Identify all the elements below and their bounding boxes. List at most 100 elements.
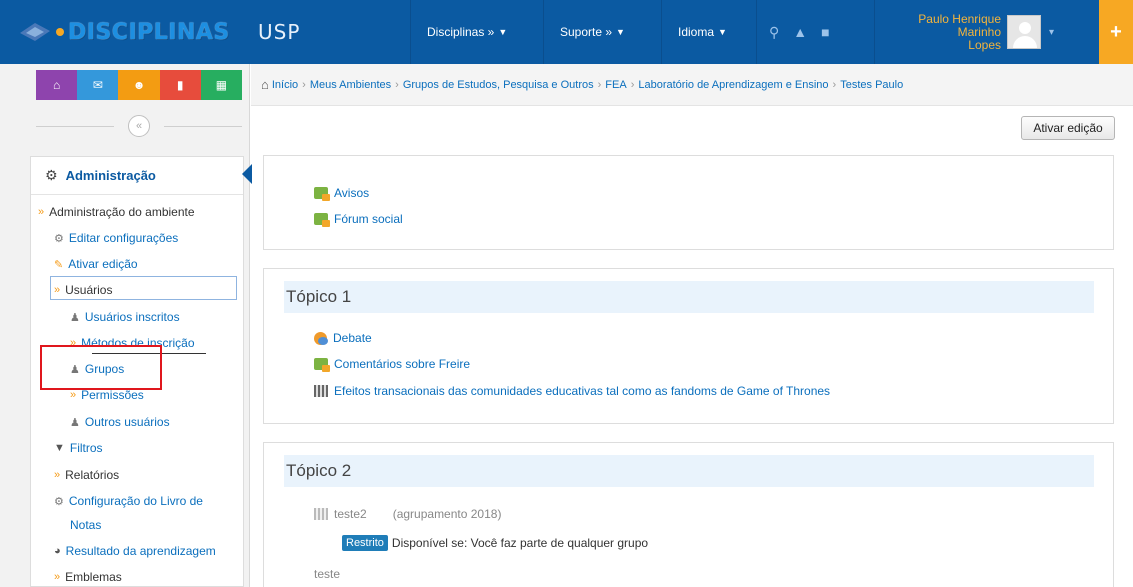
usp-logo[interactable]: USP (258, 20, 300, 44)
sidebar-item-label: Usuários (65, 283, 113, 297)
user-icon: ♟ (70, 311, 80, 324)
filter-icon: ▼ (54, 442, 65, 454)
sidebar-item-admin-ambiente[interactable]: » Administração do ambiente (38, 205, 195, 219)
chat-icon[interactable]: ■ (821, 24, 829, 40)
breadcrumb-item[interactable]: FEA (605, 79, 626, 91)
add-block-button[interactable]: + (1099, 0, 1133, 64)
user-menu[interactable]: Paulo Henrique Marinho Lopes ▾ (874, 0, 1099, 64)
grid-icon[interactable]: ▦ (200, 70, 243, 100)
forum-icon (314, 358, 330, 372)
sidebar-collapse-row: « (36, 112, 242, 140)
people-icon[interactable]: ☻ (118, 70, 160, 100)
breadcrumb-item[interactable]: Laboratório de Aprendizagem e Ensino (638, 79, 828, 91)
bell-icon[interactable]: ▲ (793, 24, 807, 40)
sidebar-item-label: Filtros (69, 441, 103, 455)
admin-block-header[interactable]: ⚙ Administração (31, 157, 243, 195)
activity-link[interactable]: teste (314, 567, 340, 581)
divider (164, 126, 242, 127)
breadcrumb-item[interactable]: Testes Paulo (840, 79, 903, 91)
sidebar-item-emblemas[interactable]: » Emblemas (54, 570, 122, 584)
activity-link[interactable]: Fórum social (334, 212, 403, 226)
sidebar-item-permissoes[interactable]: » Permissões (70, 388, 144, 402)
sidebar-item-outros-usuarios[interactable]: ♟ Outros usuários (70, 415, 170, 429)
chevron-right-icon: » (54, 284, 61, 296)
activity-teste[interactable]: teste (314, 567, 340, 581)
course-section-topico-2: Tópico 2 teste2 (agrupamento 2018) Restr… (263, 442, 1114, 587)
activity-link[interactable]: Efeitos transacionais das comunidades ed… (334, 384, 830, 398)
user-name-line2: Lopes (968, 37, 1001, 52)
home-icon[interactable]: ⌂ (261, 77, 269, 92)
forum-icon (314, 213, 330, 227)
chevron-right-icon: » (38, 206, 45, 218)
breadcrumb-separator-icon: › (630, 78, 635, 91)
activity-link[interactable]: teste2 (334, 507, 367, 521)
sidebar-item-label: Usuários inscritos (84, 310, 180, 324)
sidebar-item-label: Configuração do Livro de (68, 494, 203, 508)
breadcrumb-item[interactable]: Meus Ambientes (310, 79, 391, 91)
breadcrumb-separator-icon: › (302, 78, 306, 91)
divider (36, 126, 114, 127)
top-navbar: DISCIPLINAS USP Disciplinas » ▼ Suporte … (0, 0, 1133, 64)
sidebar-item-label: Administração do ambiente (49, 205, 195, 219)
breadcrumb: ⌂ Início › Meus Ambientes › Grupos de Es… (251, 64, 1133, 106)
active-block-arrow-icon (242, 164, 252, 184)
home-icon[interactable]: ⌂ (36, 70, 78, 100)
sidebar-item-label: Outros usuários (84, 415, 170, 429)
nav-suporte-label: Suporte » (560, 25, 613, 39)
activity-avisos[interactable]: Avisos (314, 186, 369, 201)
sidebar-item-label: Permissões (81, 388, 144, 402)
turn-editing-on-button[interactable]: Ativar edição (1021, 116, 1115, 140)
breadcrumb-item[interactable]: Início (272, 79, 298, 91)
sidebar-item-usuarios[interactable]: » Usuários (54, 283, 112, 297)
logo-leaf-icon (20, 23, 50, 41)
forum-icon (314, 187, 330, 201)
chevron-down-icon[interactable]: ▾ (1049, 27, 1054, 38)
nav-icons: ⚲ ▲ ■ (756, 0, 872, 64)
nav-idioma[interactable]: Idioma ▼ (661, 0, 756, 64)
breadcrumb-item[interactable]: Grupos de Estudos, Pesquisa e Outros (403, 79, 594, 91)
mail-icon[interactable]: ✉ (77, 70, 119, 100)
sidebar-item-config-livro-notas-cont[interactable]: Notas (70, 518, 101, 532)
sidebar-item-label: Emblemas (65, 570, 122, 584)
sidebar-item-relatorios[interactable]: » Relatórios (54, 468, 119, 482)
grouping-label: (agrupamento 2018) (392, 507, 502, 521)
search-icon[interactable]: ⚲ (769, 24, 779, 41)
caret-down-icon: ▼ (616, 27, 625, 37)
quick-access-bar: ⌂ ✉ ☻ ▮ ▦ (36, 70, 243, 100)
nav-idioma-label: Idioma (678, 25, 715, 39)
collapse-sidebar-button[interactable]: « (128, 115, 150, 137)
nav-disciplinas[interactable]: Disciplinas » ▼ (410, 0, 543, 64)
avatar[interactable] (1007, 15, 1041, 49)
user-name: Paulo Henrique Marinho Lopes (875, 11, 1007, 52)
chat-bubbles-icon (314, 331, 328, 345)
nav-suporte[interactable]: Suporte » ▼ (543, 0, 661, 64)
sidebar-item-editar[interactable]: ⚙ Editar configurações (54, 231, 178, 245)
activity-link[interactable]: Comentários sobre Freire (334, 357, 470, 371)
activity-efeitos-transacionais[interactable]: Efeitos transacionais das comunidades ed… (314, 384, 830, 398)
restricted-badge: Restrito (342, 535, 388, 551)
course-section-topico-1: Tópico 1 Debate Comentários sobre Freire… (263, 268, 1114, 424)
activity-teste2[interactable]: teste2 (agrupamento 2018) (314, 507, 501, 521)
course-section-general: Avisos Fórum social (263, 155, 1114, 250)
section-title: Tópico 2 (284, 455, 1094, 487)
sidebar: ⌂ ✉ ☻ ▮ ▦ « ⚙ Administração (0, 64, 252, 587)
sidebar-item-ativar-edicao[interactable]: ✎ Ativar edição (54, 257, 138, 271)
sidebar-item-label: Ativar edição (68, 257, 138, 271)
file-icon[interactable]: ▮ (159, 70, 201, 100)
nav-disciplinas-label: Disciplinas » (427, 25, 495, 39)
sidebar-item-filtros[interactable]: ▼ Filtros (54, 441, 103, 455)
disciplinas-logo[interactable]: DISCIPLINAS (18, 12, 230, 52)
sidebar-item-label: Notas (70, 518, 102, 532)
sidebar-item-config-livro-notas[interactable]: ⚙ Configuração do Livro de (54, 494, 203, 508)
logo-dot (56, 28, 64, 36)
activity-debate[interactable]: Debate (314, 331, 372, 345)
sidebar-item-label: Relatórios (65, 468, 120, 482)
activity-comentarios-freire[interactable]: Comentários sobre Freire (314, 357, 470, 372)
activity-link[interactable]: Avisos (334, 186, 369, 200)
sidebar-item-usuarios-inscritos[interactable]: ♟ Usuários inscritos (70, 310, 180, 324)
sidebar-item-resultado-aprendizagem[interactable]: ◕ Resultado da aprendizagem (54, 544, 216, 558)
breadcrumb-separator-icon: › (395, 78, 399, 91)
activity-forum-social[interactable]: Fórum social (314, 212, 403, 227)
user-name-line1: Paulo Henrique Marinho (918, 11, 1001, 39)
activity-link[interactable]: Debate (333, 331, 372, 345)
